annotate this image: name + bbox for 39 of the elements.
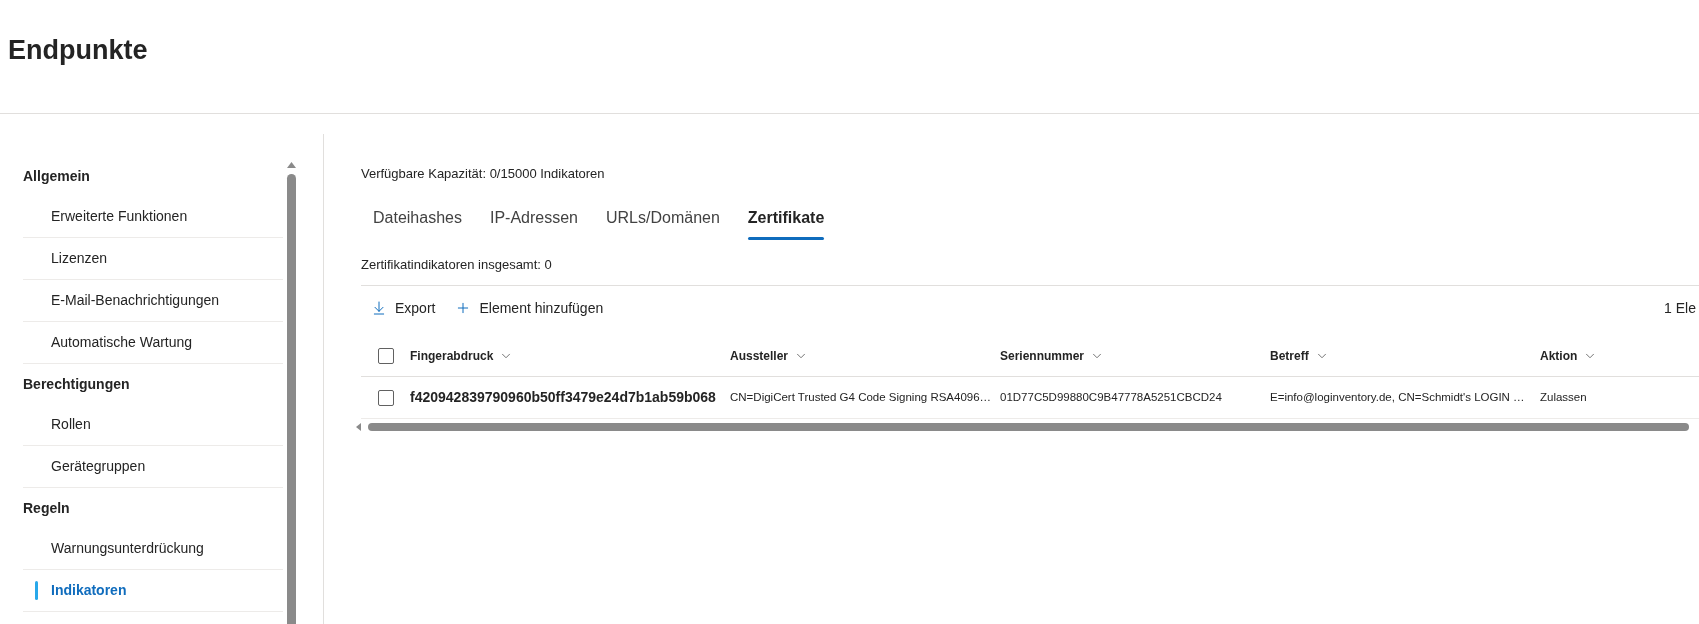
scrollbar-thumb[interactable] [368,423,1689,431]
nav-item[interactable]: Gerätegruppen [23,446,283,488]
item-count: 1 Ele [1664,298,1697,318]
scroll-left-arrow-icon[interactable] [356,423,361,431]
nav-item[interactable]: Automatische Wartung [23,322,283,364]
export-button[interactable]: Export [361,292,446,324]
section-heading: Allgemein [23,167,90,185]
column-header[interactable]: Aussteller [730,346,809,365]
section-heading: Berechtigungen [23,375,130,393]
table-cell-text: f420942839790960b50ff3479e24d7b1ab59b068 [410,388,717,407]
nav-item[interactable]: Rollen [23,404,283,446]
table-cell-text: E=info@loginventory.de, CN=Schmidt's LOGIN … [1270,389,1526,405]
capacity-text: Verfügbare Kapazität: 0/15000 Indikatoren [361,165,605,183]
table-cell-text: CN=DigiCert Trusted G4 Code Signing RSA4096… [730,389,993,405]
nav-item[interactable]: Indikatoren [23,570,283,612]
tab[interactable]: Zertifikate [735,199,837,240]
column-header[interactable]: Betreff [1270,346,1329,365]
tab[interactable]: IP-Adressen [477,199,590,240]
column-header[interactable]: Aktion [1540,346,1598,365]
column-header[interactable]: Seriennummer [1000,346,1105,365]
selection-bar [35,581,38,600]
column-header[interactable]: Fingerabdruck [410,346,514,365]
nav-item[interactable]: E-Mail-Benachrichtigungen [23,280,283,322]
scroll-up-arrow-icon[interactable] [287,162,296,168]
row-checkbox[interactable] [378,389,394,406]
table-cell-text: Zulassen [1540,389,1588,405]
total-count-text: Zertifikatindikatoren insgesamt: 0 [361,256,552,274]
add-button[interactable]: Element hinzufügen [445,292,614,324]
nav-item[interactable]: Lizenzen [23,238,283,280]
section-heading: Regeln [23,499,70,517]
table-cell-text: 01D77C5D99880C9B47778A5251CBCD24 [1000,389,1223,405]
scrollbar-thumb[interactable] [287,174,296,624]
download-icon [371,300,387,316]
tab[interactable]: Dateihashes [361,199,474,240]
select-all-checkbox[interactable] [378,347,394,364]
nav-item[interactable]: Erweiterte Funktionen [23,196,283,238]
nav-item[interactable]: Warnungsunterdrückung [23,528,283,570]
page-title: Endpunkte [8,34,148,67]
tab[interactable]: URLs/Domänen [594,199,732,240]
